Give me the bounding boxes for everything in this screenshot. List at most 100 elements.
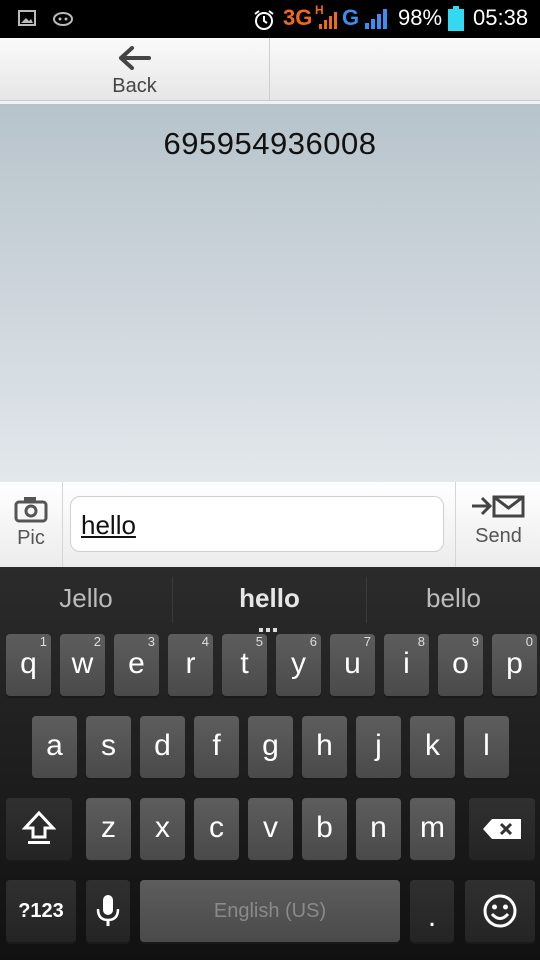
image-icon (18, 10, 36, 26)
shift-arrow-icon (22, 810, 56, 844)
key-hint: 7 (363, 634, 371, 649)
key-label: w (71, 647, 94, 680)
voice-input-key[interactable] (86, 880, 130, 942)
battery-icon (448, 6, 464, 31)
suggestion-hello[interactable]: hello (173, 567, 366, 627)
key-label: z (101, 811, 116, 844)
pic-label: Pic (17, 527, 45, 549)
battery-percent: 98% (398, 5, 443, 30)
key-label: n (370, 811, 387, 844)
symbols-key[interactable]: ?123 (6, 880, 76, 942)
key-label: d (154, 729, 171, 762)
header-bar: Back (0, 38, 540, 101)
key-label: e (128, 647, 145, 680)
suggestion-bello[interactable]: bello (367, 567, 540, 627)
key-i[interactable]: i8 (384, 634, 429, 696)
key-y[interactable]: y6 (276, 634, 321, 696)
space-language-label: English (US) (213, 900, 327, 922)
key-p[interactable]: p0 (492, 634, 537, 696)
key-a[interactable]: a (32, 716, 77, 778)
back-button[interactable]: Back (0, 38, 270, 100)
key-o[interactable]: o9 (438, 634, 483, 696)
key-hint: 6 (309, 634, 317, 649)
period-key[interactable]: . (410, 880, 454, 942)
backspace-key[interactable] (469, 798, 535, 860)
key-label: q (20, 647, 37, 680)
send-label: Send (475, 525, 522, 547)
shift-key[interactable] (6, 798, 72, 860)
status-bar: 3G H G 98% 05:38 (0, 0, 540, 38)
suggestion-bar: Jello hello bello (0, 567, 540, 632)
key-label: p (506, 647, 523, 680)
key-label: r (185, 647, 196, 680)
key-label: a (46, 729, 63, 762)
key-f[interactable]: f (194, 716, 239, 778)
space-key[interactable]: English (US) (140, 880, 400, 942)
clock-time: 05:38 (473, 5, 529, 30)
key-g[interactable]: g (248, 716, 293, 778)
key-b[interactable]: b (302, 798, 347, 860)
notification-icon (53, 12, 73, 26)
recipient-phone-number: 695954936008 (163, 126, 377, 161)
more-suggestions-dots (259, 619, 281, 632)
signal-blue-icon (365, 9, 387, 29)
key-e[interactable]: e3 (114, 634, 159, 696)
message-input[interactable]: hello (70, 496, 444, 552)
send-button[interactable]: Send (455, 482, 540, 567)
key-label: g (262, 729, 279, 762)
key-hint: 1 (39, 634, 47, 649)
back-arrow-icon (119, 46, 151, 70)
soft-keyboard: Jello hello bello ?123 English (US) . q … (0, 567, 540, 960)
key-label: s (101, 729, 116, 762)
key-l[interactable]: l (464, 716, 509, 778)
conversation-area: 695954936008 (0, 101, 540, 485)
key-label: t (240, 647, 249, 680)
key-label: b (316, 811, 333, 844)
key-hint: 9 (471, 634, 479, 649)
key-hint: 8 (417, 634, 425, 649)
symbols-label: ?123 (18, 900, 64, 922)
back-label: Back (112, 75, 157, 97)
key-m[interactable]: m (410, 798, 455, 860)
key-k[interactable]: k (410, 716, 455, 778)
key-c[interactable]: c (194, 798, 239, 860)
key-j[interactable]: j (356, 716, 401, 778)
key-x[interactable]: x (140, 798, 185, 860)
key-label: l (483, 729, 490, 762)
key-hint: 3 (147, 634, 155, 649)
emoji-key[interactable] (465, 880, 535, 942)
key-label: y (291, 647, 306, 680)
key-label: j (375, 729, 382, 762)
key-label: k (425, 729, 440, 762)
key-label: h (316, 729, 333, 762)
key-label: c (209, 811, 224, 844)
key-z[interactable]: z (86, 798, 131, 860)
key-r[interactable]: r4 (168, 634, 213, 696)
key-label: i (403, 647, 410, 680)
key-hint: 0 (525, 634, 533, 649)
key-label: f (212, 729, 221, 762)
key-label: m (420, 811, 445, 844)
send-mail-icon (472, 495, 525, 518)
key-n[interactable]: n (356, 798, 401, 860)
key-v[interactable]: v (248, 798, 293, 860)
key-label: o (452, 647, 469, 680)
key-d[interactable]: d (140, 716, 185, 778)
key-q[interactable]: q1 (6, 634, 51, 696)
key-h[interactable]: h (302, 716, 347, 778)
camera-icon (14, 497, 48, 523)
key-w[interactable]: w2 (60, 634, 105, 696)
key-label: x (155, 811, 170, 844)
key-label: u (344, 647, 361, 680)
key-hint: 2 (93, 634, 101, 649)
network-3g: 3G (283, 5, 313, 30)
message-text: hello (81, 510, 136, 540)
smiley-icon (483, 894, 517, 928)
backspace-icon (483, 819, 521, 839)
key-s[interactable]: s (86, 716, 131, 778)
key-t[interactable]: t5 (222, 634, 267, 696)
attach-picture-button[interactable]: Pic (0, 482, 63, 567)
key-u[interactable]: u7 (330, 634, 375, 696)
signal-orange-icon (319, 12, 337, 29)
suggestion-jello[interactable]: Jello (0, 567, 172, 627)
